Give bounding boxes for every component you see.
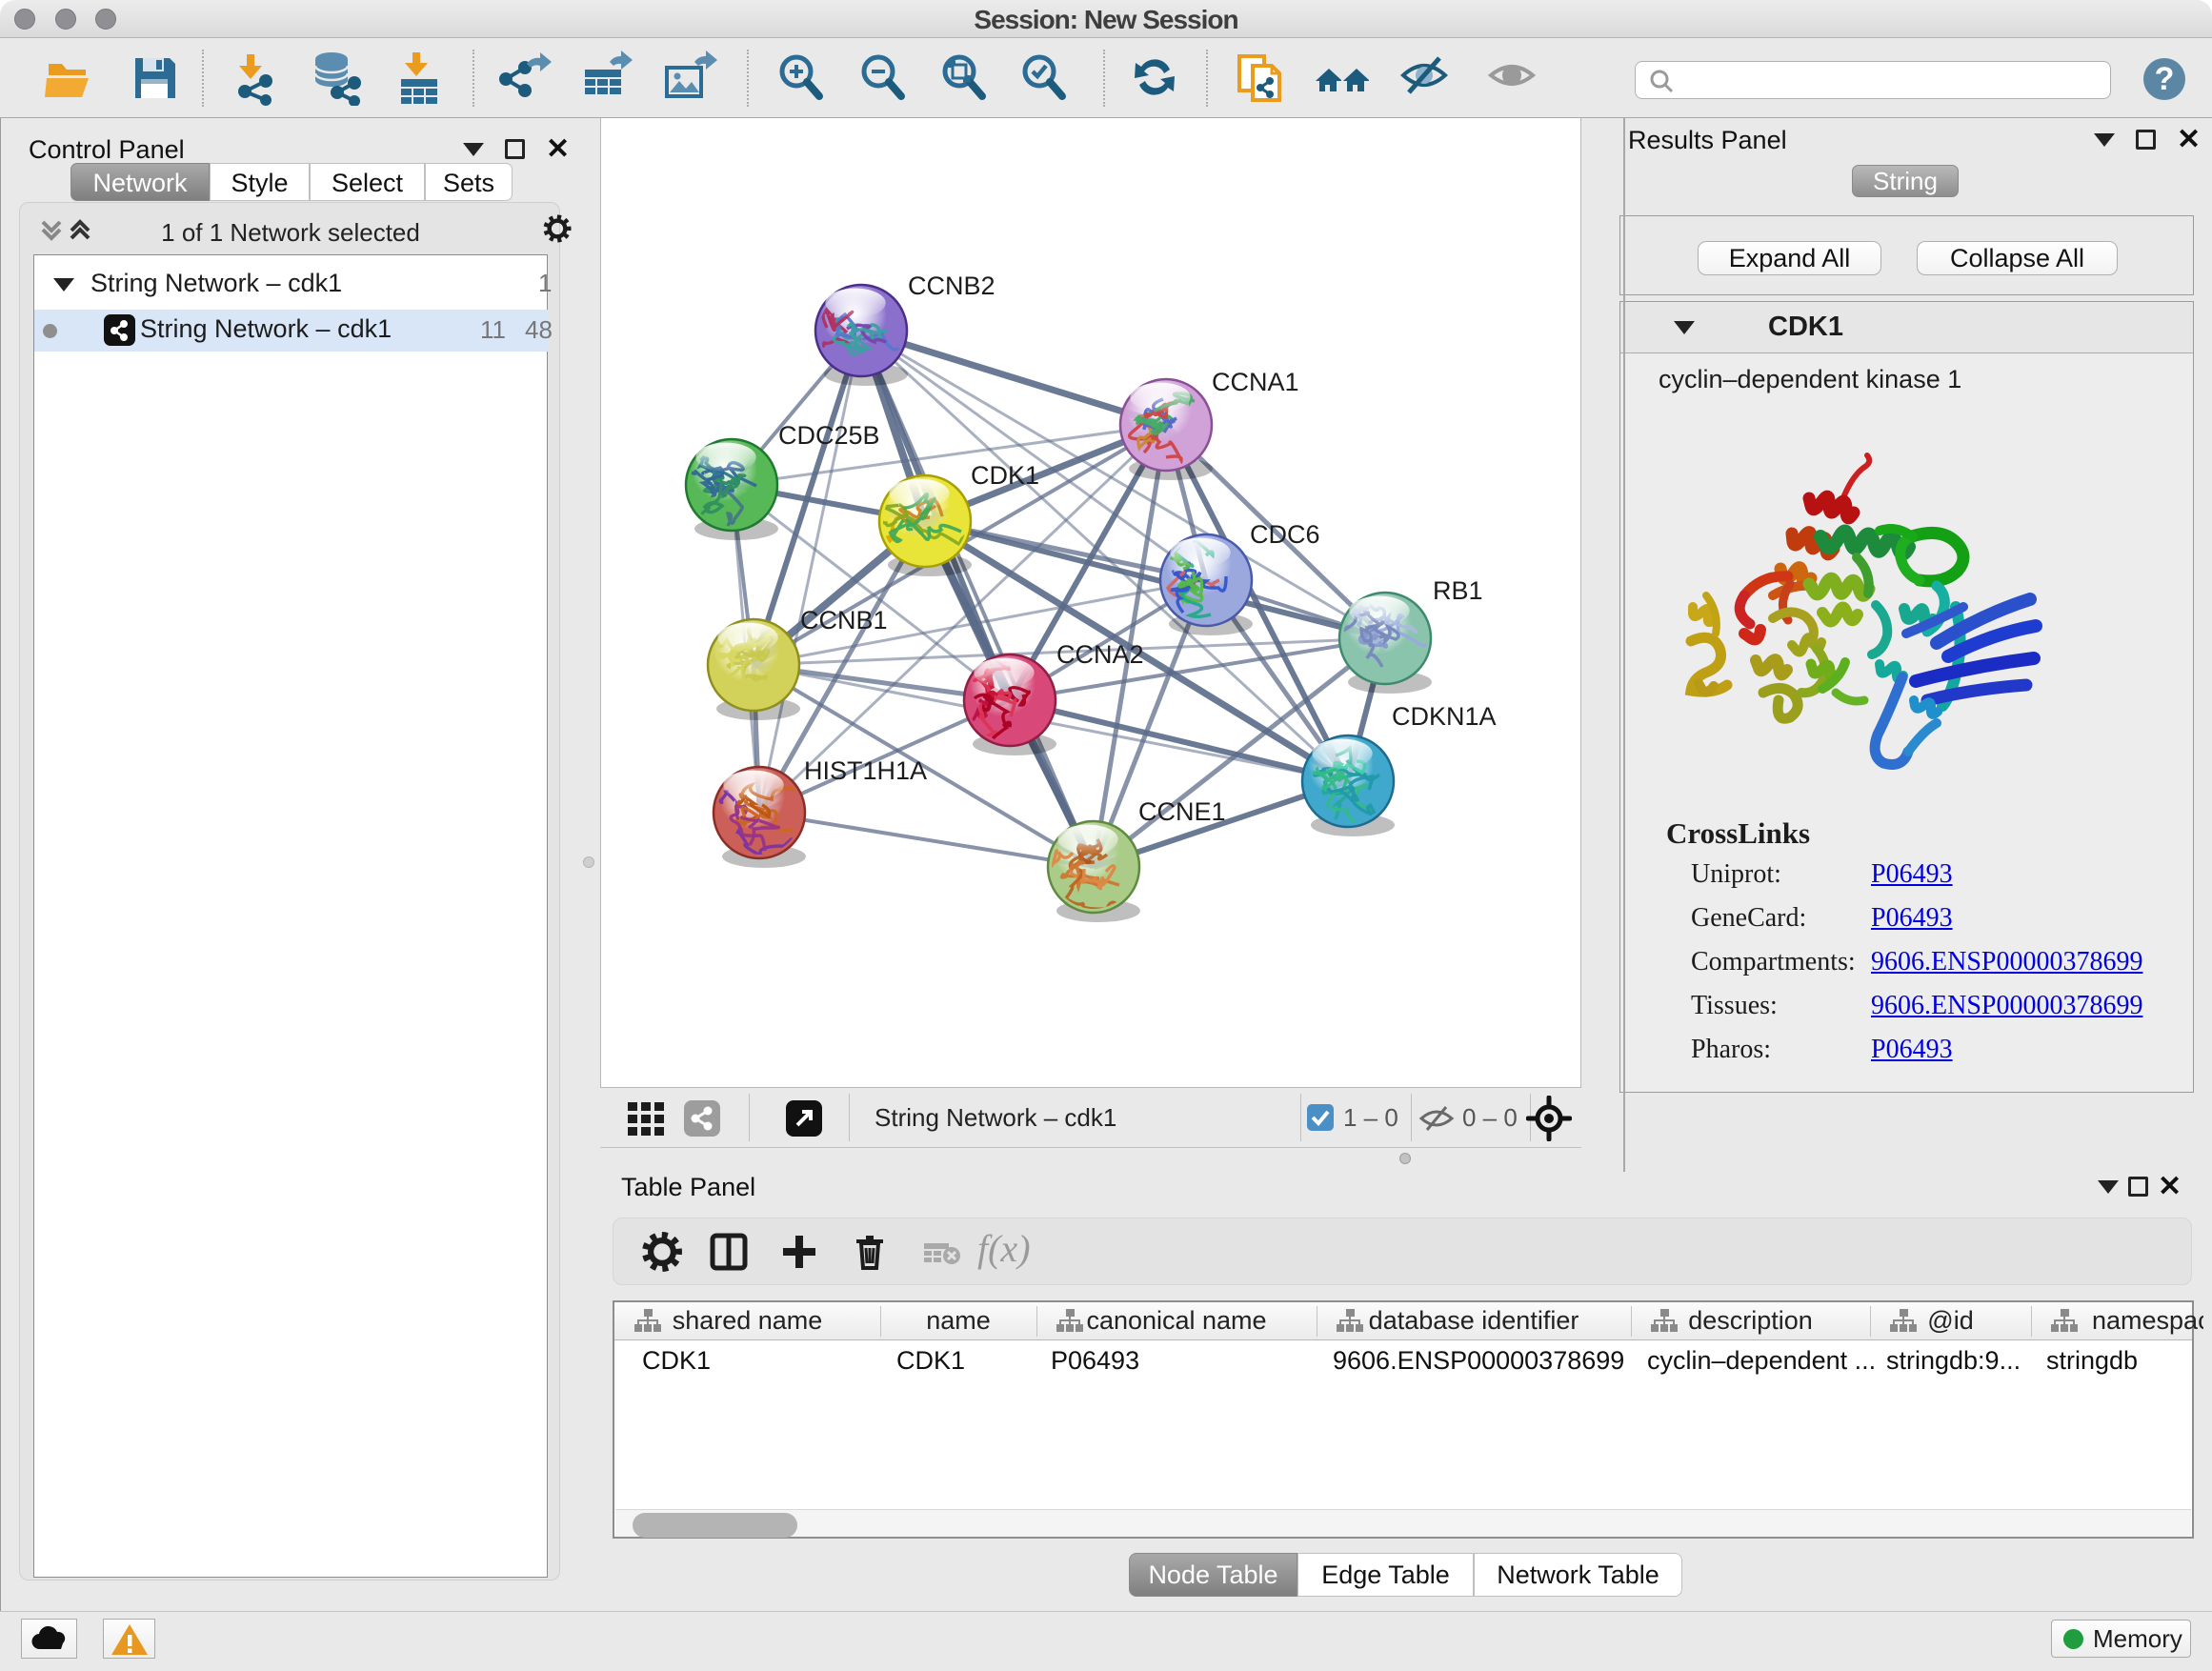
svg-text:CCNB2: CCNB2 [908, 272, 995, 300]
svg-text:CCNA2: CCNA2 [1056, 640, 1144, 669]
svg-text:CDC6: CDC6 [1250, 520, 1320, 549]
svg-text:CDKN1A: CDKN1A [1392, 702, 1497, 731]
svg-text:CCNB1: CCNB1 [800, 606, 888, 634]
svg-text:CCNA1: CCNA1 [1212, 368, 1299, 396]
svg-text:CDC25B: CDC25B [778, 421, 880, 450]
svg-text:CDK1: CDK1 [971, 461, 1039, 490]
svg-text:CCNE1: CCNE1 [1138, 797, 1226, 826]
svg-text:HIST1H1A: HIST1H1A [804, 756, 927, 785]
svg-text:RB1: RB1 [1433, 576, 1483, 605]
